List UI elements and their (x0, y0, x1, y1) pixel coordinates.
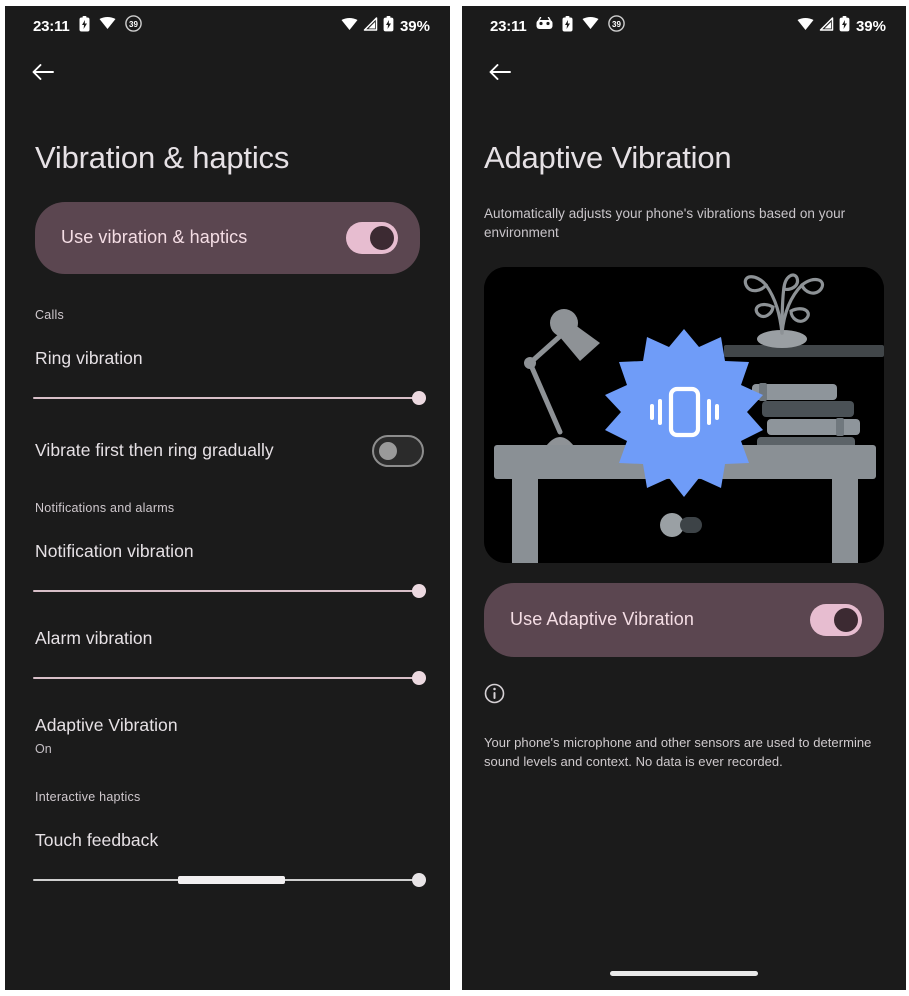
back-row-right (462, 46, 906, 102)
wifi-calling-icon (582, 16, 599, 36)
ring-vibration-slider[interactable] (33, 387, 426, 409)
alarm-vibration-slider[interactable] (33, 667, 426, 689)
status-clock: 23:11 (33, 17, 70, 35)
screenshot-icon (536, 16, 553, 36)
page-title: Vibration & haptics (35, 140, 290, 175)
svg-text:39: 39 (612, 20, 621, 29)
info-circle-icon (484, 683, 505, 708)
status-bar-right-group: 39% (797, 15, 886, 37)
setting-adaptive-vibration-status: On (35, 741, 52, 756)
setting-vibrate-first-then-ring-label: Vibrate first then ring gradually (35, 440, 274, 461)
battery-saver-icon (79, 15, 90, 37)
status-bar-left-group: 23:11 39 (33, 15, 142, 37)
status-bar-left-group: 23:11 39 (490, 15, 625, 37)
setting-ring-vibration-label: Ring vibration (35, 347, 143, 368)
use-vibration-haptics-label: Use vibration & haptics (61, 227, 248, 248)
setting-notification-vibration-label: Notification vibration (35, 540, 194, 561)
use-vibration-haptics-switch[interactable] (346, 221, 398, 254)
left-phone-screen: 23:11 39 39% Vibration & haptics Use vib… (5, 6, 450, 990)
section-header-calls: Calls (35, 307, 65, 322)
use-adaptive-vibration-pill[interactable]: Use Adaptive Vibration (484, 582, 884, 657)
cellular-signal-icon (819, 16, 834, 36)
wifi-calling-icon (99, 16, 116, 36)
back-arrow-icon[interactable] (31, 62, 55, 87)
slider-thumb[interactable] (412, 390, 426, 405)
privacy-disclaimer-text: Your phone's microphone and other sensor… (484, 734, 872, 770)
switch-knob (370, 225, 394, 250)
section-header-interactive-haptics: Interactive haptics (35, 789, 141, 804)
illustration-svg (484, 266, 884, 563)
switch-knob (379, 441, 397, 460)
page-subtitle: Automatically adjusts your phone's vibra… (484, 205, 846, 241)
battery-percentage: 39% (399, 17, 430, 35)
wifi-icon (341, 17, 358, 36)
switch-knob (834, 607, 858, 632)
slider-active-marker (178, 875, 285, 884)
status-clock: 23:11 (490, 17, 527, 35)
setting-touch-feedback-label: Touch feedback (35, 829, 159, 850)
battery-saver-icon (562, 15, 573, 37)
battery-percentage: 39% (855, 17, 886, 35)
cellular-signal-icon (363, 16, 378, 36)
wifi-icon (797, 17, 814, 36)
use-vibration-haptics-pill[interactable]: Use vibration & haptics (35, 201, 420, 274)
adaptive-vibration-illustration (484, 266, 884, 563)
slider-track (33, 396, 426, 399)
notification-vibration-slider[interactable] (33, 580, 426, 602)
setting-adaptive-vibration-label[interactable]: Adaptive Vibration (5, 715, 450, 736)
vibrate-first-then-ring-switch[interactable] (372, 434, 424, 467)
page-title: Adaptive Vibration (484, 140, 732, 175)
battery-icon (839, 15, 850, 37)
slider-thumb[interactable] (412, 583, 426, 598)
back-arrow-icon[interactable] (488, 62, 512, 87)
use-adaptive-vibration-label: Use Adaptive Vibration (510, 609, 694, 630)
section-header-notifications-and-alarms: Notifications and alarms (35, 500, 175, 515)
status-bar-right-group: 39% (341, 15, 430, 37)
dual-screenshot-canvas: 23:11 39 39% Vibration & haptics Use vib… (0, 0, 909, 996)
touch-feedback-slider[interactable] (33, 869, 426, 891)
setting-vibrate-first-then-ring-row[interactable]: Vibrate first then ring gradually (5, 434, 450, 467)
use-adaptive-vibration-switch[interactable] (810, 603, 862, 636)
do-not-disturb-39-icon: 39 (124, 15, 142, 37)
do-not-disturb-39-icon: 39 (607, 15, 625, 37)
slider-thumb[interactable] (412, 872, 426, 887)
back-row-left (5, 46, 450, 102)
status-bar-left: 23:11 39 39% (5, 6, 450, 46)
slider-track (33, 589, 426, 592)
battery-icon (383, 15, 394, 37)
svg-text:39: 39 (129, 20, 138, 29)
right-phone-screen: 23:11 39 39% Adaptive Vibration Automati… (462, 6, 906, 990)
status-bar-right: 23:11 39 39% (462, 6, 906, 46)
slider-track (33, 676, 426, 679)
info-icon-row (462, 683, 906, 709)
home-gesture-bar[interactable] (610, 971, 758, 976)
setting-alarm-vibration-label: Alarm vibration (35, 627, 153, 648)
slider-thumb[interactable] (412, 670, 426, 685)
